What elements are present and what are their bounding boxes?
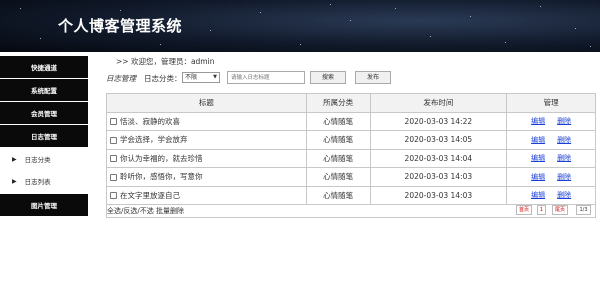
- edit-link[interactable]: 编辑: [531, 173, 545, 181]
- toolbar: 日志管理 日志分类： 不限 ▼ 搜索 发布: [106, 71, 506, 86]
- sidebar-item-system-config[interactable]: 系统配置: [0, 79, 88, 101]
- bulk-actions[interactable]: 全选/反选/不选 批量删除: [107, 206, 184, 216]
- toolbar-title: 日志管理: [106, 74, 136, 83]
- category-select[interactable]: 不限 ▼: [182, 72, 220, 83]
- row-title: 在文字里放逐自己: [120, 190, 180, 200]
- row-title: 聆听你，感悟你，写意你: [120, 172, 203, 182]
- row-checkbox[interactable]: [110, 192, 117, 200]
- delete-link[interactable]: 删除: [557, 154, 571, 162]
- row-time: 2020-03-03 14:05: [369, 130, 508, 150]
- row-category: 心情随笔: [305, 148, 371, 168]
- delete-link[interactable]: 删除: [557, 136, 571, 144]
- first-page-button[interactable]: 首页: [516, 205, 532, 215]
- publish-button[interactable]: 发布: [355, 71, 391, 84]
- column-header-category: 所属分类: [305, 93, 371, 113]
- app-title: 个人博客管理系统: [58, 17, 183, 35]
- table-row: 恬淡、寂静的欢喜 心情随笔 2020-03-03 14:22 编辑 删除: [106, 111, 596, 131]
- sidebar-item-quick-access[interactable]: 快捷通道: [0, 56, 88, 78]
- sidebar-subitem-log-list[interactable]: ▶ 日志列表: [0, 170, 88, 192]
- delete-link[interactable]: 删除: [557, 117, 571, 125]
- sidebar-item-member-management[interactable]: 会员管理: [0, 102, 88, 124]
- search-input[interactable]: [227, 71, 305, 84]
- row-category: 心情随笔: [305, 111, 371, 131]
- chevron-down-icon: ▼: [213, 74, 217, 80]
- search-button[interactable]: 搜索: [310, 71, 346, 84]
- header-banner: 个人博客管理系统: [0, 0, 600, 52]
- column-header-title: 标题: [106, 93, 307, 113]
- sidebar-subitem-label: 日志分类: [24, 156, 51, 164]
- log-table: 标题 所属分类 发布时间 管理 恬淡、寂静的欢喜 心情随笔 2020-03-03…: [106, 93, 596, 205]
- edit-link[interactable]: 编辑: [531, 191, 545, 199]
- row-checkbox[interactable]: [110, 173, 117, 181]
- sidebar-subitem-label: 日志列表: [24, 178, 51, 186]
- category-select-value: 不限: [185, 74, 198, 81]
- row-category: 心情随笔: [305, 130, 371, 150]
- sidebar-subitem-log-category[interactable]: ▶ 日志分类: [0, 148, 88, 170]
- edit-link[interactable]: 编辑: [531, 136, 545, 144]
- triangle-right-icon: ▶: [12, 177, 17, 185]
- column-header-time: 发布时间: [369, 93, 508, 113]
- row-title: 学会选择，学会放弃: [120, 135, 188, 145]
- delete-link[interactable]: 删除: [557, 173, 571, 181]
- sidebar: 快捷通道 系统配置 会员管理 日志管理 ▶ 日志分类 ▶ 日志列表 图片管理: [0, 52, 88, 282]
- sidebar-item-log-management[interactable]: 日志管理: [0, 125, 88, 147]
- page-number-button[interactable]: 1: [537, 205, 546, 215]
- category-label: 日志分类：: [144, 74, 182, 83]
- row-time: 2020-03-03 14:04: [369, 148, 508, 168]
- page-count: 1/3: [576, 205, 591, 215]
- sidebar-item-image-management[interactable]: 图片管理: [0, 194, 88, 216]
- row-category: 心情随笔: [305, 167, 371, 187]
- delete-link[interactable]: 删除: [557, 191, 571, 199]
- row-checkbox[interactable]: [110, 155, 117, 163]
- table-footer: 全选/反选/不选 批量删除 首页 1 尾页 1/3: [106, 202, 596, 218]
- row-time: 2020-03-03 14:03: [369, 167, 508, 187]
- row-time: 2020-03-03 14:22: [369, 111, 508, 131]
- edit-link[interactable]: 编辑: [531, 117, 545, 125]
- row-checkbox[interactable]: [110, 136, 117, 144]
- row-title: 你认为幸福的，就去珍惜: [120, 153, 203, 163]
- row-checkbox[interactable]: [110, 118, 117, 126]
- welcome-text: >> 欢迎您，管理员：admin: [116, 57, 215, 66]
- column-header-actions: 管理: [506, 93, 596, 113]
- table-row: 聆听你，感悟你，写意你 心情随笔 2020-03-03 14:03 编辑 删除: [106, 167, 596, 187]
- table-row: 你认为幸福的，就去珍惜 心情随笔 2020-03-03 14:04 编辑 删除: [106, 148, 596, 168]
- row-title: 恬淡、寂静的欢喜: [120, 116, 180, 126]
- table-header-row: 标题 所属分类 发布时间 管理: [106, 93, 596, 113]
- edit-link[interactable]: 编辑: [531, 154, 545, 162]
- triangle-right-icon: ▶: [12, 155, 17, 163]
- last-page-button[interactable]: 尾页: [552, 205, 568, 215]
- table-row: 学会选择，学会放弃 心情随笔 2020-03-03 14:05 编辑 删除: [106, 130, 596, 150]
